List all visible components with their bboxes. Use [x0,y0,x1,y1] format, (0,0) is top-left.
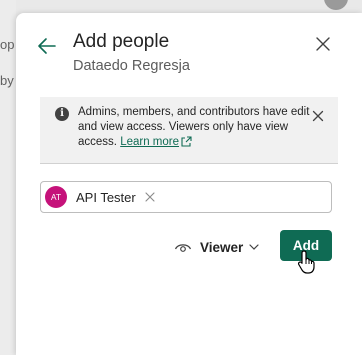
permission-dropdown[interactable]: Viewer [174,237,259,257]
people-picker-input[interactable]: AT API Tester [40,181,332,213]
dialog-subtitle: Dataedo Regresja [73,58,190,74]
learn-more-label: Learn more [120,136,180,148]
background-panel: op by [0,0,16,355]
close-icon[interactable] [145,192,155,202]
info-text: Admins, members, and contributors have e… [78,106,310,148]
eye-icon [174,244,192,252]
chevron-down-icon [249,244,259,250]
close-icon[interactable] [312,110,324,122]
arrow-left-icon[interactable] [36,35,58,57]
background-text-fragment: by [0,73,14,88]
learn-more-link[interactable]: Learn more [120,136,192,148]
info-banner: i Admins, members, and contributors have… [40,97,338,164]
dialog-title: Add people [73,31,170,52]
hand-pointer-icon [297,250,315,274]
info-message: Admins, members, and contributors have e… [78,105,310,150]
add-people-dialog: Add people Dataedo Regresja i Admins, me… [16,13,362,355]
person-chip[interactable]: AT API Tester [45,185,155,209]
avatar: AT [45,186,67,208]
background-text-fragment: op [0,37,15,52]
external-link-icon [181,136,192,147]
permission-label: Viewer [200,239,244,255]
person-name: API Tester [76,189,136,205]
background-avatar [324,0,348,10]
info-icon: i [55,107,69,121]
close-icon[interactable] [314,35,332,53]
